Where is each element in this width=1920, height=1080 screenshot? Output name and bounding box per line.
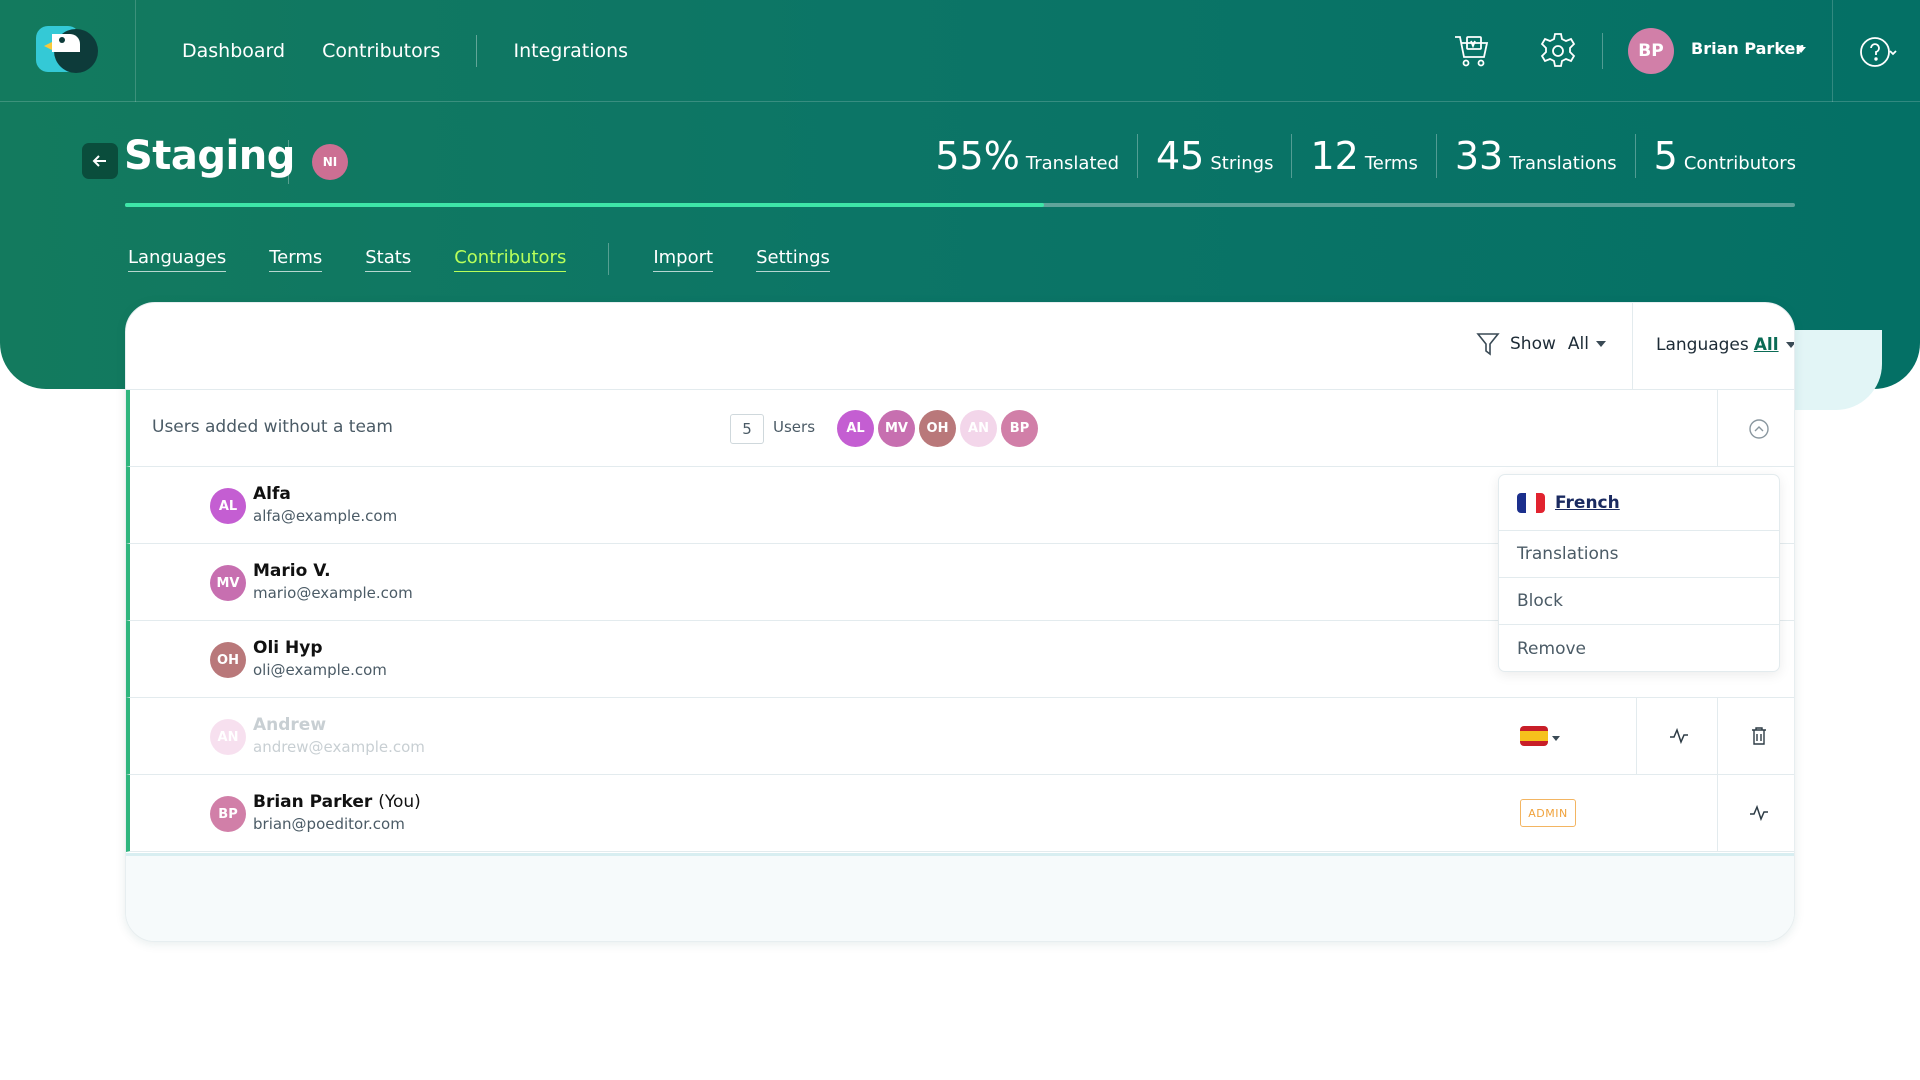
avatar: BP <box>210 796 246 832</box>
settings-gear-icon[interactable] <box>1538 31 1578 71</box>
avatar[interactable]: AL <box>837 410 874 447</box>
contributor-name: Andrew <box>253 715 327 735</box>
menu-item-block[interactable]: Block <box>1499 578 1779 625</box>
nav-divider <box>476 35 478 67</box>
stat-terms[interactable]: 12 Terms <box>1292 134 1437 178</box>
contributor-name: Mario V. <box>253 561 331 581</box>
avatar[interactable]: OH <box>919 410 956 447</box>
contributor-name: Oli Hyp <box>253 638 323 658</box>
contributor-name: Alfa <box>253 484 291 504</box>
menu-language-header: French <box>1499 475 1779 531</box>
tab-settings[interactable]: Settings <box>756 247 830 272</box>
tab-import[interactable]: Import <box>653 247 714 272</box>
stat-contributors[interactable]: 5 Contributors <box>1636 134 1796 178</box>
title-divider <box>288 140 289 184</box>
chevron-up-circle-icon <box>1749 418 1769 439</box>
filter-funnel-icon <box>1476 333 1500 356</box>
stat-strings[interactable]: 45 Strings <box>1138 134 1293 178</box>
contributor-email: oli@example.com <box>253 661 387 679</box>
card-footer <box>126 853 1794 941</box>
team-user-count: 5 <box>730 414 764 444</box>
user-menu-name[interactable]: Brian Parker <box>1691 39 1803 58</box>
avatar: AL <box>210 488 246 524</box>
avatar: AN <box>210 719 246 755</box>
language-dropdown-caret-icon[interactable] <box>1552 736 1560 741</box>
project-title: Staging <box>124 133 295 179</box>
activity-button[interactable] <box>1744 798 1774 828</box>
contributor-row: BP Brian Parker (You) brian@poeditor.com… <box>126 775 1794 852</box>
filter-divider <box>1632 303 1633 390</box>
team-users-label: Users <box>773 418 816 436</box>
avatar: OH <box>210 642 246 678</box>
arrow-left-icon <box>92 155 106 167</box>
filter-bar: Show All Languages All <box>126 303 1794 390</box>
project-owner-badge[interactable]: NI <box>312 144 348 180</box>
admin-role-badge: ADMIN <box>1520 799 1576 827</box>
languages-filter-value: All <box>1753 335 1779 355</box>
user-divider <box>1602 33 1603 69</box>
contributor-email: brian@poeditor.com <box>253 815 405 833</box>
nav-dashboard[interactable]: Dashboard <box>182 40 285 62</box>
project-tabs: Languages Terms Stats Contributors Impor… <box>128 243 873 275</box>
contributor-row: AN Andrew andrew@example.com <box>126 698 1794 775</box>
user-menu-caret-icon[interactable] <box>1796 47 1806 53</box>
menu-item-translations[interactable]: Translations <box>1499 531 1779 578</box>
tabs-divider <box>608 243 610 275</box>
team-title: Users added without a team <box>152 417 393 437</box>
contributor-email: mario@example.com <box>253 584 413 602</box>
contributor-name: Brian Parker (You) <box>253 792 421 812</box>
main-nav: Dashboard Contributors Integrations <box>182 0 628 102</box>
activity-pulse-icon <box>1750 805 1768 821</box>
tab-languages[interactable]: Languages <box>128 247 227 272</box>
team-group-header: Users added without a team 5 Users AL MV… <box>126 390 1794 467</box>
project-stats: 55% Translated 45 Strings 12 Terms 33 Transl… <box>917 134 1796 178</box>
spanish-flag-icon[interactable] <box>1520 726 1548 746</box>
translation-progress-bar <box>125 203 1795 207</box>
delete-button[interactable] <box>1744 721 1774 751</box>
tab-contributors[interactable]: Contributors <box>454 247 567 272</box>
collapse-team-button[interactable] <box>1717 390 1794 467</box>
cart-icon[interactable] <box>1452 31 1492 71</box>
user-avatar[interactable]: BP <box>1628 28 1674 74</box>
stat-translations[interactable]: 33 Translations <box>1437 134 1636 178</box>
nav-contributors[interactable]: Contributors <box>322 40 440 62</box>
tab-terms[interactable]: Terms <box>269 247 323 272</box>
avatar: MV <box>210 565 246 601</box>
avatar[interactable]: BP <box>1001 410 1038 447</box>
chevron-down-icon <box>1785 342 1794 348</box>
contributor-email: andrew@example.com <box>253 738 425 756</box>
languages-filter-label: Languages <box>1656 335 1749 355</box>
help-container <box>1832 0 1920 102</box>
contributor-email: alfa@example.com <box>253 507 398 525</box>
logo-container <box>0 0 136 102</box>
languages-filter-dropdown[interactable]: Languages All <box>1656 335 1794 355</box>
stat-translated: 55% Translated <box>917 134 1138 178</box>
avatar[interactable]: AN <box>960 410 997 447</box>
trash-icon <box>1752 727 1766 745</box>
activity-button[interactable] <box>1664 721 1694 751</box>
show-filter-dropdown[interactable]: Show All <box>1476 331 1606 357</box>
show-filter-value: All <box>1567 334 1589 354</box>
french-flag-icon <box>1517 492 1545 513</box>
activity-pulse-icon <box>1670 728 1688 744</box>
nav-integrations[interactable]: Integrations <box>513 40 628 62</box>
back-button[interactable] <box>82 143 118 179</box>
show-filter-label: Show <box>1510 334 1556 354</box>
language-actions-menu: French Translations Block Remove <box>1498 474 1780 672</box>
menu-language-link[interactable]: French <box>1555 493 1620 513</box>
menu-item-remove[interactable]: Remove <box>1499 625 1779 672</box>
tab-stats[interactable]: Stats <box>365 247 412 272</box>
avatar[interactable]: MV <box>878 410 915 447</box>
team-avatar-stack: AL MV OH AN BP <box>837 410 1042 447</box>
app-logo-icon[interactable] <box>34 24 100 76</box>
help-icon[interactable] <box>1857 32 1897 72</box>
chevron-down-icon <box>1595 341 1606 347</box>
top-bar: Dashboard Contributors Integrations BP B… <box>0 0 1920 102</box>
progress-fill <box>125 203 1044 207</box>
